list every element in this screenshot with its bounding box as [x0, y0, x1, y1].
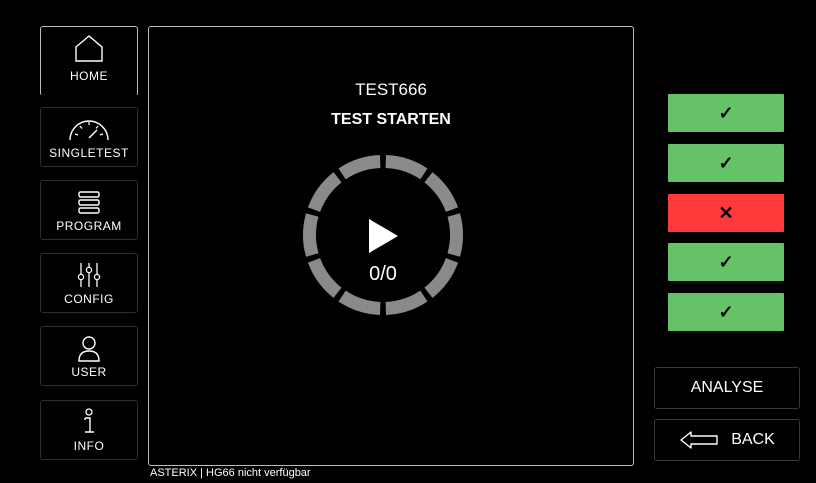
sliders-icon: [41, 260, 137, 290]
nav-home[interactable]: HOME: [40, 26, 138, 96]
nav-info[interactable]: INFO: [40, 400, 138, 460]
arrow-left-icon: [679, 430, 719, 450]
home-icon: [41, 33, 137, 63]
gauge-icon: [41, 114, 137, 144]
nav-program-label: PROGRAM: [56, 219, 122, 233]
user-icon: [41, 333, 137, 363]
result-indicator-1: ✓: [668, 94, 784, 132]
stack-icon: [41, 187, 137, 217]
nav-info-label: INFO: [73, 439, 105, 453]
nav-program[interactable]: PROGRAM: [40, 180, 138, 240]
analyse-button[interactable]: ANALYSE: [654, 367, 800, 409]
nav-home-label: HOME: [70, 69, 108, 83]
nav-config-label: CONFIG: [64, 292, 114, 306]
cross-icon: ✕: [718, 202, 734, 223]
main-panel: [148, 26, 634, 466]
nav-user-label: USER: [71, 365, 107, 379]
nav-singletest[interactable]: SINGLETEST: [40, 107, 138, 167]
analyse-button-label: ANALYSE: [690, 379, 764, 396]
result-indicator-4: ✓: [668, 243, 784, 281]
check-icon: ✓: [718, 102, 734, 123]
check-icon: ✓: [718, 301, 734, 322]
back-button[interactable]: BACK: [654, 419, 800, 461]
result-indicator-3: ✕: [668, 194, 784, 232]
nav-user[interactable]: USER: [40, 326, 138, 386]
nav-singletest-label: SINGLETEST: [49, 146, 129, 160]
check-icon: ✓: [718, 152, 734, 173]
back-button-label: BACK: [731, 431, 775, 448]
nav-config[interactable]: CONFIG: [40, 253, 138, 313]
screen: HOME SINGLETEST PROGRAM CONFIG USER INFO…: [0, 0, 816, 483]
result-indicator-5: ✓: [668, 293, 784, 331]
result-indicator-2: ✓: [668, 144, 784, 182]
check-icon: ✓: [718, 251, 734, 272]
footer-status: ASTERIX | HG66 nicht verfügbar: [150, 467, 311, 479]
info-icon: [41, 407, 137, 437]
